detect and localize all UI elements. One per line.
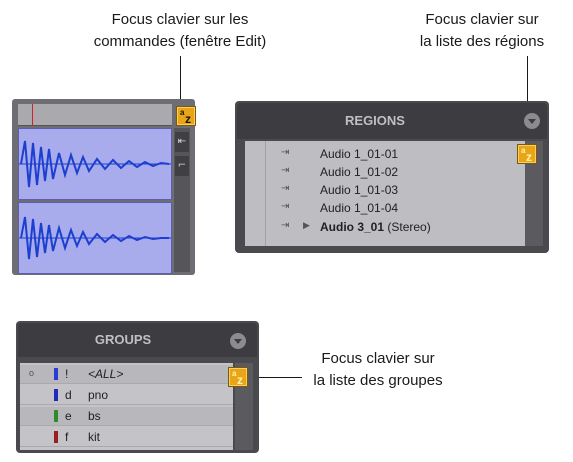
edit-window: ⇤ ⌐ a z xyxy=(12,99,196,275)
audio-track-1[interactable] xyxy=(18,128,172,200)
group-color-swatch xyxy=(54,389,58,401)
callout-edit-focus: Focus clavier sur les commandes (fenêtre… xyxy=(80,9,280,53)
badge-a-letter: a xyxy=(521,146,526,155)
region-row[interactable]: ⇥ Audio 1_01-01 xyxy=(245,146,525,162)
callout-groups-line2: la liste des groupes xyxy=(313,372,443,389)
keyboard-focus-badge-groups[interactable]: a z xyxy=(228,367,248,387)
badge-z-letter: z xyxy=(237,373,243,387)
region-name: Audio 1_01-04 xyxy=(320,201,399,215)
region-grip-icon: ⇥ xyxy=(281,147,290,158)
group-key: f xyxy=(65,430,69,444)
callout-regions-focus: Focus clavier sur la liste des régions xyxy=(392,9,572,53)
expand-triangle-icon[interactable]: ▶ xyxy=(303,220,310,231)
groups-list[interactable]: o ! <ALL> d pno e bs f kit xyxy=(20,363,233,450)
region-row[interactable]: ⇥ Audio 1_01-02 xyxy=(245,164,525,180)
region-row[interactable]: ⇥ ▶ Audio 3_01 (Stereo) xyxy=(245,219,525,235)
callout-regions-line2: la liste des régions xyxy=(419,33,545,50)
audio-track-2[interactable] xyxy=(18,202,172,274)
group-key: ! xyxy=(65,367,69,381)
badge-a-letter: a xyxy=(232,369,237,378)
callout-groups-focus: Focus clavier sur la liste des groupes xyxy=(298,348,458,392)
region-name-bold: Audio 3_01 xyxy=(320,220,385,234)
region-name: Audio 1_01-01 xyxy=(320,147,399,161)
edit-side-controls: ⇤ ⌐ xyxy=(174,128,190,272)
regions-title: REGIONS xyxy=(345,113,405,128)
waveform-track-2 xyxy=(19,216,171,260)
group-name: <ALL> xyxy=(88,367,124,381)
badge-z-letter: z xyxy=(185,112,191,126)
group-color-swatch xyxy=(54,431,58,443)
timeline-ruler[interactable] xyxy=(18,104,172,126)
region-grip-icon: ⇥ xyxy=(281,183,290,194)
callout-edit-line2: commandes (fenêtre Edit) xyxy=(93,33,267,50)
region-row[interactable]: ⇥ Audio 1_01-04 xyxy=(245,200,525,216)
region-row[interactable]: ⇥ Audio 1_01-03 xyxy=(245,182,525,198)
side-button-1[interactable]: ⇤ xyxy=(175,132,189,152)
badge-a-letter: a xyxy=(180,108,185,117)
callout-regions-line1: Focus clavier sur xyxy=(425,11,539,28)
group-key: e xyxy=(65,409,72,423)
callout-edit-line1: Focus clavier sur les xyxy=(111,11,249,28)
group-row[interactable]: o ! <ALL> xyxy=(20,365,233,384)
group-key: d xyxy=(65,388,72,402)
group-row[interactable]: f kit xyxy=(20,428,233,447)
region-name: Audio 1_01-03 xyxy=(320,183,399,197)
regions-header: REGIONS xyxy=(237,103,547,139)
keyboard-focus-badge-edit[interactable]: a z xyxy=(176,106,196,126)
groups-menu-icon[interactable] xyxy=(230,333,246,349)
groups-header: GROUPS xyxy=(18,323,257,357)
groups-title: GROUPS xyxy=(94,332,152,347)
region-name-suffix: (Stereo) xyxy=(384,220,431,234)
playhead-marker xyxy=(32,104,33,126)
region-grip-icon: ⇥ xyxy=(281,165,290,176)
keyboard-focus-badge-regions[interactable]: a z xyxy=(517,144,537,164)
group-row[interactable]: d pno xyxy=(20,386,233,405)
regions-list[interactable]: ⇥ Audio 1_01-01 ⇥ Audio 1_01-02 ⇥ Audio … xyxy=(245,141,525,246)
group-name: pno xyxy=(88,388,109,402)
region-name: Audio 1_01-02 xyxy=(320,165,399,179)
region-name: Audio 3_01 (Stereo) xyxy=(320,220,431,234)
waveform-track-1 xyxy=(19,140,171,188)
group-active-icon[interactable]: o xyxy=(29,368,34,378)
group-color-swatch xyxy=(54,410,58,422)
callout-groups-pointer xyxy=(252,377,302,378)
group-row[interactable]: e bs xyxy=(20,407,233,426)
region-grip-icon: ⇥ xyxy=(281,220,290,231)
regions-menu-icon[interactable] xyxy=(524,113,540,129)
group-color-swatch xyxy=(54,368,58,380)
side-button-2[interactable]: ⌐ xyxy=(175,156,189,176)
group-name: bs xyxy=(88,409,101,423)
badge-z-letter: z xyxy=(526,150,532,164)
regions-panel: REGIONS ⇥ Audio 1_01-01 ⇥ Audio 1_01-02 … xyxy=(235,101,549,253)
callout-groups-line1: Focus clavier sur xyxy=(321,350,435,367)
groups-panel: GROUPS o ! <ALL> d pno e bs f kit xyxy=(16,321,259,453)
group-name: kit xyxy=(88,430,100,444)
region-grip-icon: ⇥ xyxy=(281,201,290,212)
